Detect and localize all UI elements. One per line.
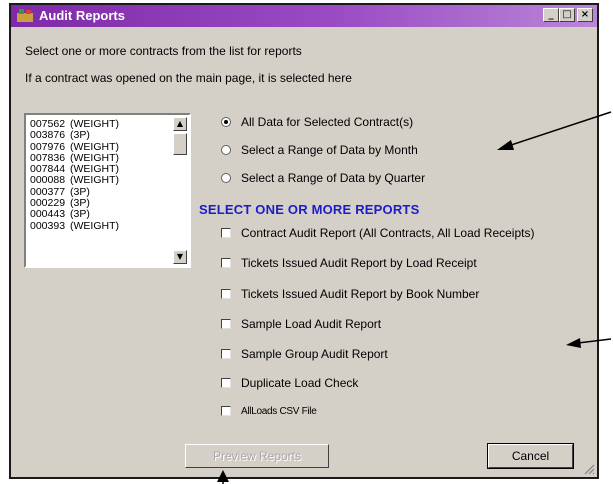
arrow-to-preview-button-icon [217, 470, 229, 484]
annotation-arrows [217, 111, 612, 484]
arrow-to-reports-icon [566, 338, 612, 348]
arrow-to-range-options-icon [497, 111, 612, 150]
